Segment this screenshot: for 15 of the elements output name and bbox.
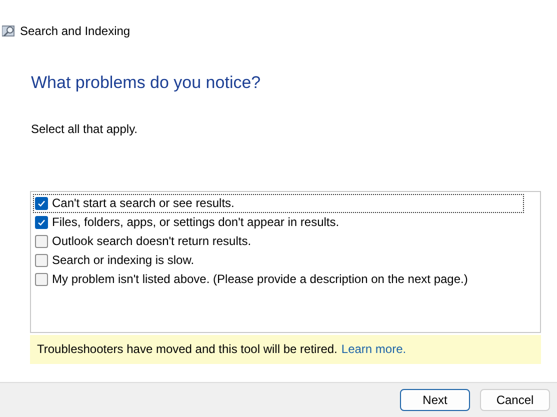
problem-checkbox[interactable]: My problem isn't listed above. (Please provide a description on the next page.) [33,270,524,288]
problem-checkbox[interactable]: Files, folders, apps, or settings don't appear in results. [33,212,524,232]
dialog-button[interactable]: Next [400,389,470,411]
problem-checkbox[interactable]: Outlook search doesn't return results. [33,232,524,250]
notice-text: Troubleshooters have moved and this tool will be retired. [37,341,338,358]
checkmark-icon [37,218,46,226]
problem-checkbox[interactable]: Search or indexing is slow. [33,250,524,270]
instruction-text: Select all that apply. [31,122,138,136]
problem-checkbox[interactable]: Can't start a search or see results. [33,194,524,212]
dialog-button[interactable]: Cancel [480,389,550,411]
checkmark-icon [37,198,46,208]
window-title: Search and Indexing [20,23,130,40]
page-heading: What problems do you notice? [31,73,261,92]
magnifier-icon [2,24,16,38]
learn-more-link[interactable]: Learn more. [341,340,406,358]
